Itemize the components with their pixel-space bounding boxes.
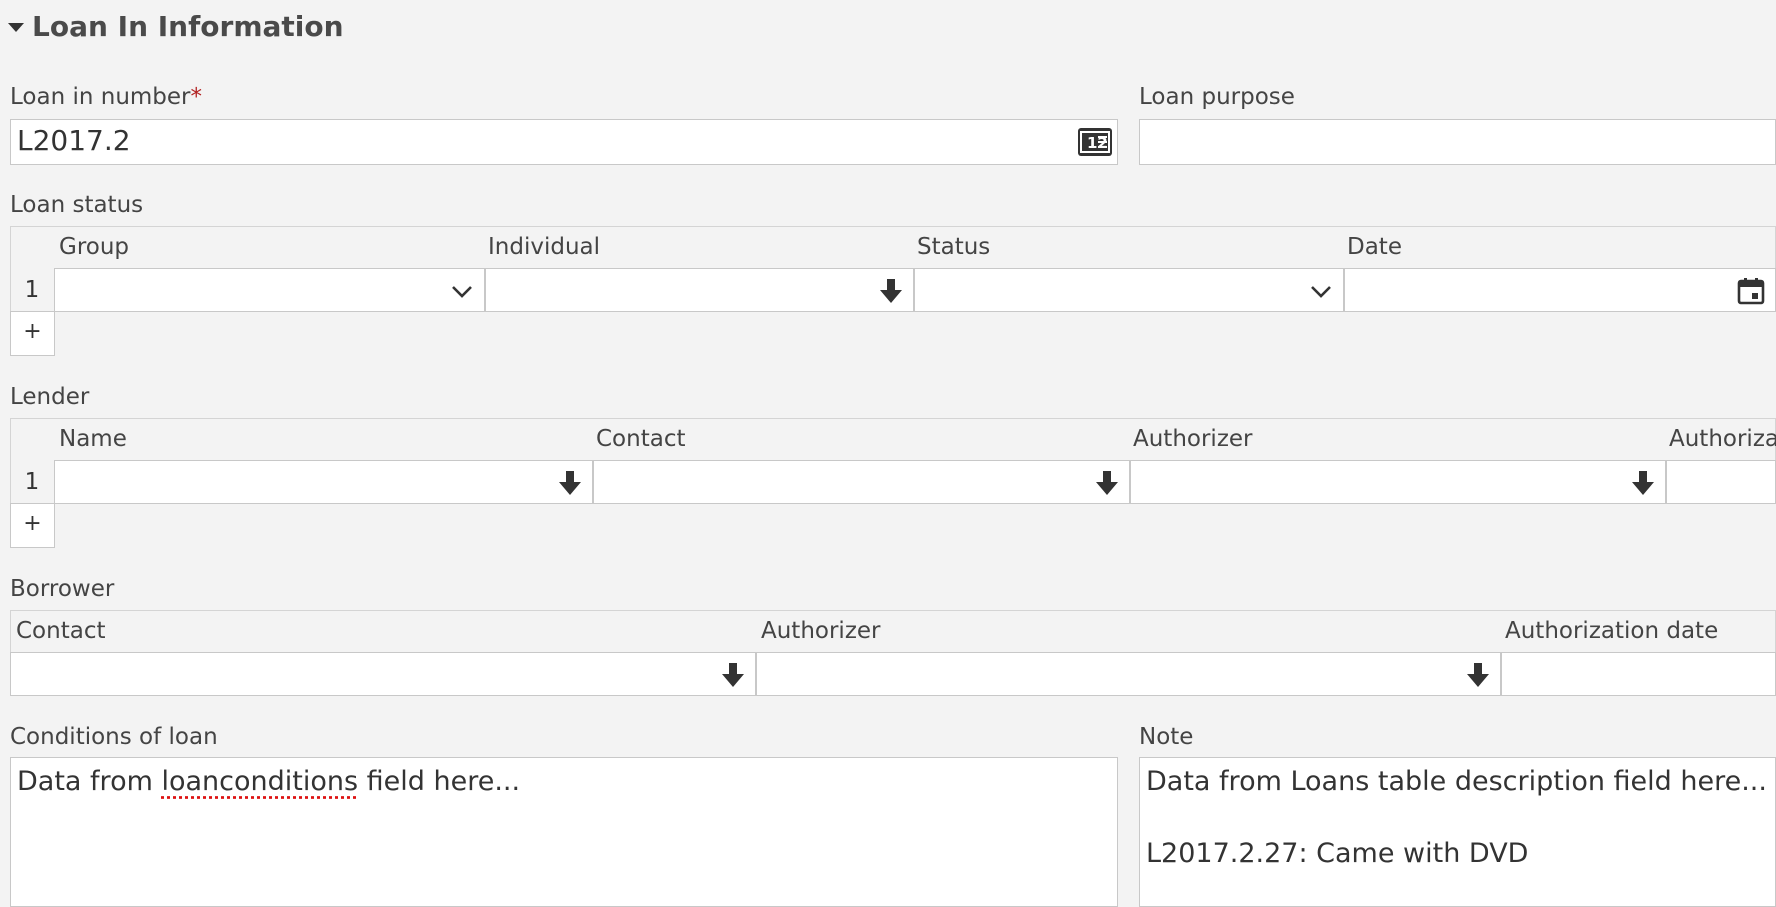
conditions-textarea[interactable]: Data from loanconditions field here... <box>10 757 1118 907</box>
col-header-authorization-date: Authoriza <box>1669 426 1776 452</box>
chevron-down-icon <box>452 286 472 298</box>
arrow-down-icon[interactable] <box>1631 470 1655 496</box>
loan-purpose-label: Loan purpose <box>1139 84 1295 110</box>
arrow-down-icon[interactable] <box>558 470 582 496</box>
lender-authorization-date-field[interactable] <box>1666 460 1776 504</box>
col-header-contact: Contact <box>16 618 106 644</box>
loan-purpose-field[interactable] <box>1139 119 1776 165</box>
note-label: Note <box>1139 724 1194 750</box>
col-header-date: Date <box>1347 234 1402 260</box>
row-number: 1 <box>24 277 40 303</box>
group-select[interactable] <box>54 268 485 312</box>
conditions-text-prefix: Data from <box>17 766 162 797</box>
conditions-text-suffix: field here... <box>358 766 521 797</box>
section-title: Loan In Information <box>32 9 344 43</box>
status-select[interactable] <box>914 268 1344 312</box>
col-header-authorization-date: Authorization date <box>1505 618 1719 644</box>
col-header-status: Status <box>917 234 991 260</box>
borrower-authorizer-autocomplete[interactable] <box>756 652 1501 696</box>
col-header-authorizer: Authorizer <box>761 618 881 644</box>
lender-name-autocomplete[interactable] <box>54 460 593 504</box>
chevron-down-icon <box>1311 286 1331 298</box>
note-blank-line <box>1146 800 1769 836</box>
caret-down-icon <box>8 22 24 32</box>
arrow-down-icon[interactable] <box>879 278 903 304</box>
loan-in-number-label-text: Loan in number <box>10 84 191 110</box>
date-field[interactable] <box>1344 268 1776 312</box>
row-number: 1 <box>24 469 40 495</box>
loan-in-number-label: Loan in number* <box>10 84 202 110</box>
misspelled-word: loanconditions <box>161 766 359 797</box>
col-header-individual: Individual <box>488 234 601 260</box>
arrow-down-icon[interactable] <box>721 662 745 688</box>
individual-autocomplete[interactable] <box>485 268 914 312</box>
note-line-1: Data from Loans table description field … <box>1146 766 1767 797</box>
lender-contact-autocomplete[interactable] <box>593 460 1130 504</box>
section-toggle[interactable]: Loan In Information <box>8 4 344 48</box>
col-header-group: Group <box>59 234 130 260</box>
col-header-authorizer: Authorizer <box>1133 426 1253 452</box>
borrower-label: Borrower <box>10 576 115 602</box>
loan-in-number-value: L2017.2 <box>17 124 131 157</box>
arrow-down-icon[interactable] <box>1466 662 1490 688</box>
lender-authorizer-autocomplete[interactable] <box>1130 460 1666 504</box>
lender-label: Lender <box>10 384 90 410</box>
col-header-name: Name <box>59 426 127 452</box>
arrow-down-icon[interactable] <box>1095 470 1119 496</box>
col-header-contact: Contact <box>596 426 686 452</box>
required-mark: * <box>190 84 203 110</box>
note-line-2: L2017.2.27: Came with DVD <box>1146 838 1529 869</box>
note-textarea[interactable]: Data from Loans table description field … <box>1139 757 1776 907</box>
loan-status-label: Loan status <box>10 192 144 218</box>
add-lender-row-button[interactable]: + <box>10 503 55 548</box>
borrower-authorization-date-field[interactable] <box>1501 652 1776 696</box>
calendar-icon[interactable] <box>1737 277 1765 305</box>
loan-in-number-field[interactable]: L2017.2 12 <box>10 119 1118 165</box>
conditions-label: Conditions of loan <box>10 724 218 750</box>
borrower-contact-autocomplete[interactable] <box>10 652 756 696</box>
add-loan-status-row-button[interactable]: + <box>10 311 55 356</box>
number-pattern-icon[interactable]: 12 <box>1077 127 1113 157</box>
